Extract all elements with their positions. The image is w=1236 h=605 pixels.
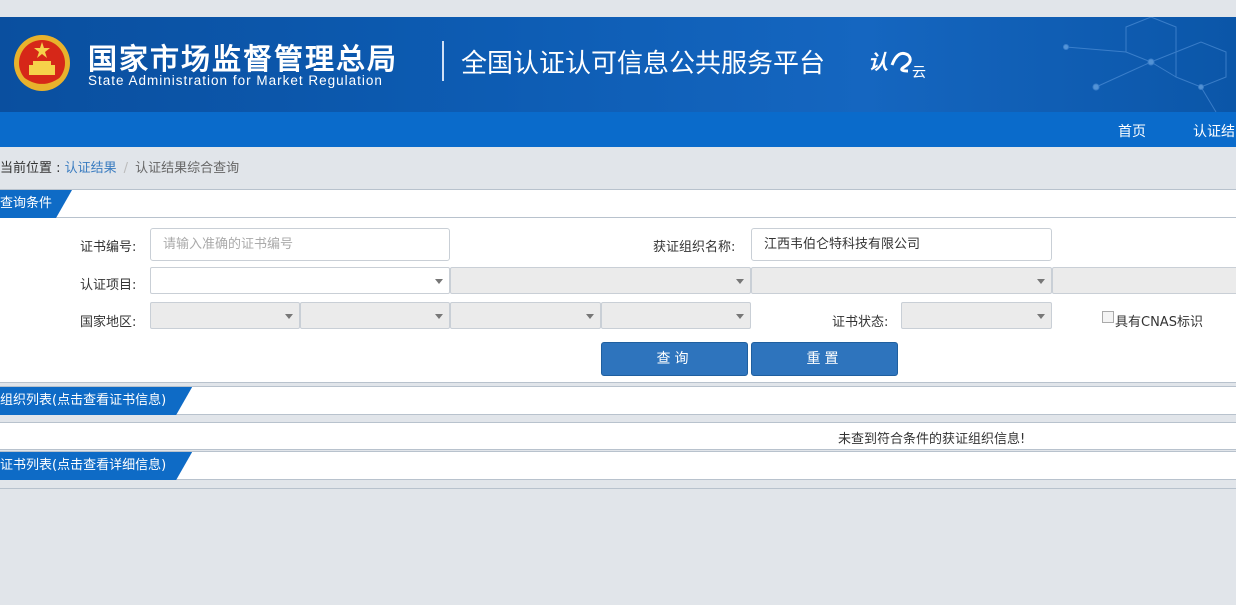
header-banner: 国家市场监督管理总局 State Administration for Mark… xyxy=(0,17,1236,112)
logo-char-2: 云 xyxy=(912,65,926,81)
project-label: 认证项目: xyxy=(80,278,137,293)
breadcrumb-separator: / xyxy=(123,161,129,176)
search-button[interactable]: 查询 xyxy=(601,342,748,376)
network-pattern-icon xyxy=(1063,17,1227,112)
chevron-down-icon xyxy=(586,314,594,319)
region-select-2[interactable] xyxy=(300,302,450,329)
project-select-2[interactable] xyxy=(450,267,751,294)
main-navbar: 首页 认证结 xyxy=(0,112,1236,147)
query-form: 证书编号: 请输入准确的证书编号 获证组织名称: 江西韦伯仑特科技有限公司 认证… xyxy=(0,218,1236,383)
region-select-1[interactable] xyxy=(150,302,300,329)
status-select[interactable] xyxy=(901,302,1052,329)
region-select-4[interactable] xyxy=(601,302,751,329)
page-background xyxy=(0,488,1236,605)
cnas-label: 具有CNAS标识 xyxy=(1115,315,1203,330)
empty-results-message: 未查到符合条件的获证组织信息! xyxy=(838,432,1026,447)
query-panel-title: 查询条件 xyxy=(0,190,72,218)
org-name-label: 获证组织名称: xyxy=(653,240,736,255)
agency-name-en: State Administration for Market Regulati… xyxy=(88,73,383,88)
banner-divider xyxy=(442,41,444,81)
platform-title: 全国认证认可信息公共服务平台 xyxy=(461,49,826,79)
logo-char-1: 认 xyxy=(868,50,888,74)
platform-logo: 认 云 xyxy=(868,50,926,81)
project-select-3[interactable] xyxy=(751,267,1052,294)
chevron-down-icon xyxy=(1037,279,1045,284)
query-panel-header: 查询条件 xyxy=(0,189,1236,218)
cert-list-header: 证书列表(点击查看详细信息) xyxy=(0,451,1236,480)
reset-button[interactable]: 重置 xyxy=(751,342,898,376)
chevron-down-icon xyxy=(285,314,293,319)
chevron-down-icon xyxy=(736,314,744,319)
project-select-1[interactable] xyxy=(150,267,450,294)
org-list-results: 未查到符合条件的获证组织信息! xyxy=(0,422,1236,450)
nav-item-cert-results[interactable]: 认证结 xyxy=(1193,121,1235,141)
cert-no-label: 证书编号: xyxy=(80,240,137,255)
chevron-down-icon xyxy=(736,279,744,284)
cnas-checkbox[interactable] xyxy=(1102,311,1114,323)
region-label: 国家地区: xyxy=(80,315,137,330)
nav-item-home[interactable]: 首页 xyxy=(1118,121,1146,141)
chevron-down-icon xyxy=(435,314,443,319)
region-select-3[interactable] xyxy=(450,302,601,329)
org-list-title[interactable]: 组织列表(点击查看证书信息) xyxy=(0,387,192,415)
project-select-4[interactable] xyxy=(1052,267,1236,294)
agency-name-cn: 国家市场监督管理总局 xyxy=(88,42,399,76)
org-list-header: 组织列表(点击查看证书信息) xyxy=(0,386,1236,415)
cert-list-title[interactable]: 证书列表(点击查看详细信息) xyxy=(0,452,192,480)
breadcrumb-link-cert-results[interactable]: 认证结果 xyxy=(65,161,117,176)
status-label: 证书状态: xyxy=(832,315,889,330)
chevron-down-icon xyxy=(1037,314,1045,319)
breadcrumb: 当前位置 : 认证结果 / 认证结果综合查询 xyxy=(0,157,239,176)
breadcrumb-current: 认证结果综合查询 xyxy=(135,161,240,176)
national-emblem-icon xyxy=(14,35,70,91)
cert-no-input[interactable]: 请输入准确的证书编号 xyxy=(150,228,450,261)
chevron-down-icon xyxy=(435,279,443,284)
org-name-input[interactable]: 江西韦伯仑特科技有限公司 xyxy=(751,228,1052,261)
breadcrumb-prefix: 当前位置 : xyxy=(0,161,65,176)
